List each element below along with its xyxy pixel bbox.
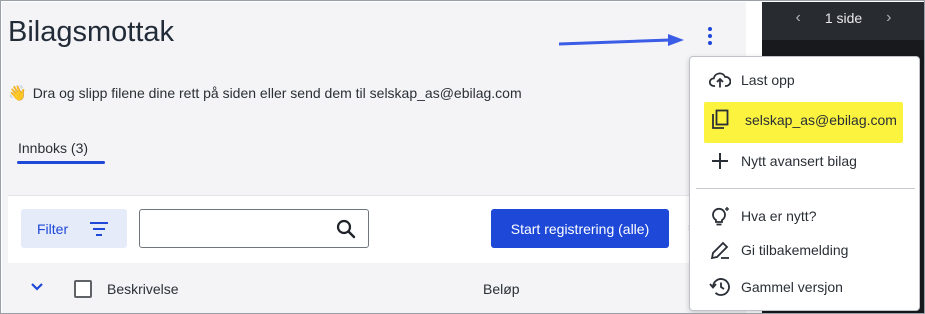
chevron-down-icon[interactable] <box>30 282 44 292</box>
menu-item-label: Last opp <box>741 72 795 88</box>
search-input[interactable] <box>139 209 369 248</box>
menu-item-label: Hva er nytt? <box>741 208 817 224</box>
more-options-icon[interactable] <box>696 20 724 52</box>
page-navigator: ‹ 1 side › <box>762 2 924 34</box>
window-frame: Bilagsmottak 👋 Dra og slipp filene dine … <box>0 0 925 314</box>
tab-innboks[interactable]: Innboks (3) <box>18 140 88 156</box>
annotation-arrow <box>558 34 684 46</box>
copy-icon <box>708 108 732 132</box>
drop-hint: 👋 Dra og slipp filene dine rett på siden… <box>8 84 522 102</box>
options-menu: Last opp selskap_as@ebilag.com Nytt avan… <box>689 56 920 311</box>
start-registration-button[interactable]: Start registrering (alle) <box>491 209 669 248</box>
filter-lines-icon <box>90 221 109 236</box>
table-header: Beskrivelse Beløp <box>8 263 746 313</box>
menu-item-whats-new[interactable]: Hva er nytt? <box>690 199 919 233</box>
menu-item-label: Gi tilbakemelding <box>741 242 849 258</box>
plus-icon <box>708 149 732 173</box>
column-header-description[interactable]: Beskrivelse <box>107 281 179 297</box>
waving-hand-icon: 👋 <box>8 85 27 102</box>
search-icon <box>336 219 356 239</box>
menu-divider <box>696 188 915 189</box>
history-icon <box>708 275 732 299</box>
drop-hint-text: Dra og slipp filene dine rett på siden e… <box>32 85 522 101</box>
menu-item-label: Gammel versjon <box>741 279 843 295</box>
filter-label: Filter <box>37 220 69 237</box>
next-page-icon[interactable]: › <box>886 9 891 27</box>
main-panel: Bilagsmottak 👋 Dra og slipp filene dine … <box>2 2 746 313</box>
feedback-icon <box>708 238 732 262</box>
menu-item-feedback[interactable]: Gi tilbakemelding <box>690 233 919 267</box>
menu-item-label: Nytt avansert bilag <box>741 153 857 169</box>
select-all-checkbox[interactable] <box>74 280 92 298</box>
menu-item-upload[interactable]: Last opp <box>690 63 919 97</box>
page-count: 1 side <box>824 10 863 26</box>
tab-active-indicator <box>17 161 105 164</box>
column-header-amount[interactable]: Beløp <box>483 281 520 297</box>
menu-item-copy-email[interactable]: selskap_as@ebilag.com <box>690 102 919 143</box>
menu-item-new-advanced[interactable]: Nytt avansert bilag <box>690 144 919 178</box>
page-title: Bilagsmottak <box>8 16 175 48</box>
filter-button[interactable]: Filter <box>21 209 127 248</box>
cloud-upload-icon <box>708 68 732 92</box>
inbox-card: Filter Start registrering (alle) ⚙ <box>8 195 746 313</box>
previous-page-icon[interactable]: ‹ <box>795 9 800 27</box>
lightbulb-icon <box>708 204 732 228</box>
menu-item-label: selskap_as@ebilag.com <box>745 112 897 128</box>
menu-item-old-version[interactable]: Gammel versjon <box>690 270 919 304</box>
